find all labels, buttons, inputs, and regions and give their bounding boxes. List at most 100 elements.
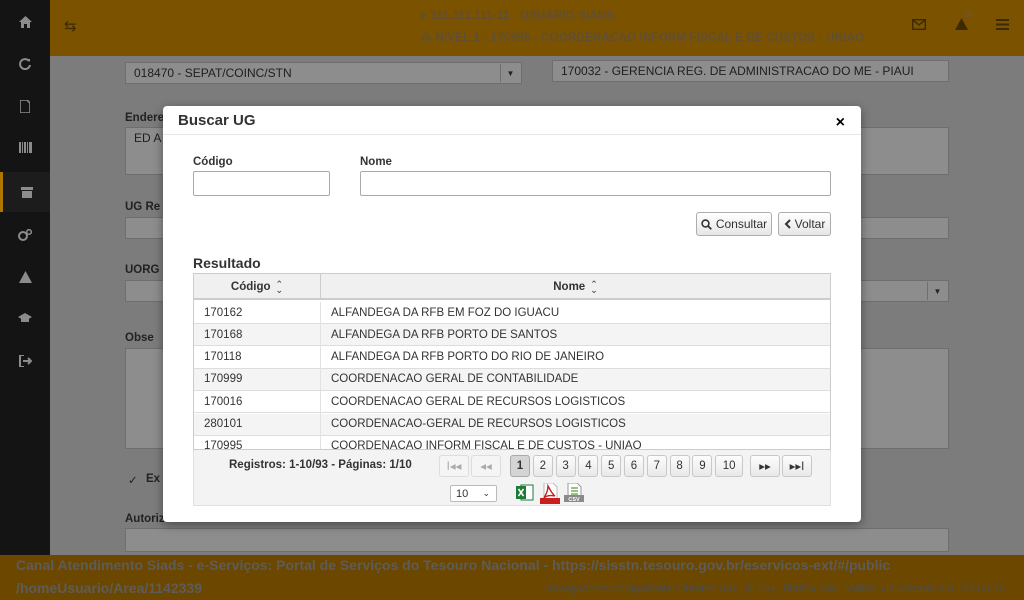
prev-page-button[interactable]: ◂◂ [471,455,501,477]
cell-nome: COORDENACAO GERAL DE CONTABILIDADE [331,373,579,386]
ug-field[interactable]: 170032 - GERENCIA REG. DE ADMINISTRACAO … [552,60,949,82]
csv-icon[interactable]: CSV [564,482,584,503]
result-title: Resultado [193,255,261,271]
sign-out-icon[interactable] [0,341,50,381]
autorizacao-field[interactable] [125,528,949,552]
chevron-down-icon[interactable]: ▼ [500,64,520,82]
table-row[interactable]: 280101 COORDENACAO-GERAL DE RECURSOS LOGI… [194,413,830,436]
page-button-10[interactable]: 10 [715,455,744,477]
sidebar [0,0,50,555]
nome-input[interactable] [360,171,831,196]
menu-toggle-icon[interactable]: ⇆ [64,17,77,35]
home-icon[interactable] [0,2,50,42]
excel-icon[interactable] [516,483,536,503]
endereco-field-right[interactable] [850,127,949,175]
page-button-2[interactable]: 2 [532,455,553,477]
endereco-label: Endere [125,112,164,124]
page-button-8[interactable]: 8 [669,455,690,477]
search-icon [701,218,712,230]
ug-resp-field-right[interactable] [850,217,949,239]
envelope-icon[interactable] [911,17,927,34]
page-button-1[interactable]: 1 [510,455,530,477]
pdf-icon[interactable] [540,482,560,504]
footer-path: /homeUsuario/Area/1142339 [16,580,202,596]
chevron-down-icon: ⌄ [482,488,490,498]
last-page-button[interactable]: ▸▸I [782,455,812,477]
svg-text:CSV: CSV [568,497,580,503]
ug-resp-label: UG Re [125,201,161,213]
page-button-3[interactable]: 3 [555,455,576,477]
table-row[interactable]: 170999 COORDENACAO GERAL DE CONTABILIDADE [194,368,830,391]
uorg-origin-select[interactable]: 018470 - SEPAT/COINC/STN [125,62,522,84]
sort-icon: ⌃ ⌄ [590,279,598,295]
cell-nome: ALFANDEGA DA RFB PORTO DO RIO DE JANEIRO [331,351,605,364]
page-size-select[interactable]: 10 ⌄ [450,485,497,502]
cell-nome: COORDENACAO GERAL DE RECURSOS LOGISTICOS [331,395,626,408]
observacao-label: Obse [125,332,154,344]
alert-icon[interactable] [955,17,968,34]
page-button-4[interactable]: 4 [578,455,599,477]
page-button-7[interactable]: 7 [646,455,667,477]
footer: Canal Atendimento Siads - e-Serviços: Po… [0,555,1024,600]
alert-count-badge: 10 [964,10,973,19]
current-level: ⁂ NIVEL 1 - 170995 - COORDENACAO INFORM … [420,32,865,44]
pagination-bar: Registros: 1-10/93 - Páginas: 1/10 I◂◂ ◂… [193,450,831,506]
codigo-label: Código [193,156,233,168]
table-header: Código ⌃ ⌄ Nome ⌃ ⌄ [194,274,830,300]
cell-codigo: 170016 [194,390,321,413]
archive-icon[interactable] [0,172,50,212]
user-icon: ● [420,10,428,22]
cell-nome: COORDENACAO-GERAL DE RECURSOS LOGISTICOS [331,418,626,430]
graduation-cap-icon[interactable] [0,298,50,338]
cell-codigo: 170162 [194,301,321,324]
hamburger-menu-icon[interactable] [996,17,1009,34]
pagination-info: Registros: 1-10/93 - Páginas: 1/10 [229,459,412,471]
buscar-ug-modal: Buscar UG × Código Nome Consultar Voltar… [163,106,861,522]
refresh-icon[interactable] [0,44,50,84]
table-row[interactable]: 170162 ALFANDEGA DA RFB EM FOZ DO IGUACU [194,301,830,324]
checkbox-label: Ex [146,473,161,485]
voltar-button[interactable]: Voltar [778,212,831,236]
close-icon[interactable]: × [836,115,845,131]
table-row[interactable]: 170016 COORDENACAO GERAL DE RECURSOS LOGI… [194,390,830,414]
result-table: Código ⌃ ⌄ Nome ⌃ ⌄ 170162 ALFANDEGA DA RFB… [193,273,831,450]
table-row[interactable]: 170995 COORDENACAO INFORM FISCAL E DE CUS… [194,435,830,450]
uorg-label: UORG [125,264,160,276]
cell-codigo: 170118 [194,346,321,369]
column-header-codigo[interactable]: Código ⌃ ⌄ [194,274,321,300]
codigo-input[interactable] [193,171,330,196]
top-bar: ⇆ ● 111.111.111-11 - USUARIO SIADS ⁂ NIV… [50,0,1024,56]
observacao-textarea-right[interactable] [850,348,949,449]
cell-codigo: 280101 [194,413,321,435]
cell-codigo: 170999 [194,368,321,391]
sitemap-icon: ⁂ [420,32,432,44]
next-page-button[interactable]: ▸▸ [750,455,780,477]
table-row[interactable]: 170118 ALFANDEGA DA RFB PORTO DO RIO DE J… [194,346,830,369]
document-icon[interactable] [0,86,50,126]
cell-nome: COORDENACAO INFORM FISCAL E DE CUSTOS - … [331,440,642,450]
barcode-icon[interactable] [0,127,50,167]
current-user: ● 111.111.111-11 - USUARIO SIADS [420,10,615,22]
page-button-9[interactable]: 9 [692,455,713,477]
check-icon[interactable]: ✓ [128,473,138,487]
column-header-nome[interactable]: Nome ⌃ ⌄ [321,274,830,300]
gears-icon[interactable] [0,215,50,255]
page-button-6[interactable]: 6 [624,455,644,477]
footer-browsers: Navegadores compatíveis: Chrome 34+, IE … [544,583,1008,595]
warning-icon[interactable] [0,257,50,297]
modal-header: Buscar UG × [163,106,861,135]
sort-icon: ⌃ ⌄ [275,279,284,295]
page-button-5[interactable]: 5 [601,455,622,477]
consultar-button[interactable]: Consultar [696,212,772,236]
chevron-left-icon [784,219,791,229]
chevron-down-icon[interactable]: ▼ [927,282,947,300]
first-page-button[interactable]: I◂◂ [439,455,469,477]
table-row[interactable]: 170168 ALFANDEGA DA RFB PORTO DE SANTOS [194,323,830,347]
cell-nome: ALFANDEGA DA RFB PORTO DE SANTOS [331,328,558,341]
cell-codigo: 170995 [194,435,321,449]
footer-channel: Canal Atendimento Siads - e-Serviços: Po… [16,557,891,573]
cell-codigo: 170168 [194,323,321,346]
cell-nome: ALFANDEGA DA RFB EM FOZ DO IGUACU [331,306,560,319]
nome-label: Nome [360,156,392,168]
modal-title: Buscar UG [178,112,256,129]
